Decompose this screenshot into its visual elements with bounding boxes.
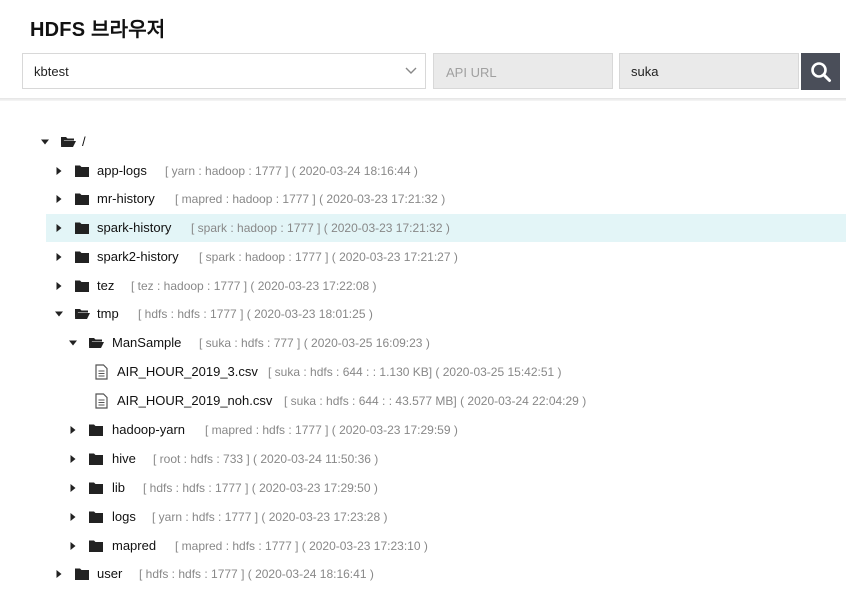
cluster-select[interactable]: kbtest bbox=[22, 53, 426, 89]
tree-row-mr-history[interactable]: mr-history [ mapred : hadoop : 1777 ] ( … bbox=[46, 185, 846, 213]
tree-node-meta: [ hdfs : hdfs : 1777 ] ( 2020-03-23 17:2… bbox=[143, 481, 378, 495]
caret-right-icon[interactable] bbox=[68, 425, 78, 435]
tree-node-name: user bbox=[97, 566, 123, 581]
caret-down-icon[interactable] bbox=[54, 309, 64, 319]
folder-icon bbox=[75, 251, 89, 263]
tree-row-air-hour-2019-noh[interactable]: AIR_HOUR_2019_noh.csv [ suka : hdfs : 64… bbox=[46, 387, 846, 415]
folder-icon bbox=[75, 165, 89, 177]
tree-row-app-logs[interactable]: app-logs [ yarn : hadoop : 1777 ] ( 2020… bbox=[46, 157, 846, 185]
chevron-down-icon bbox=[405, 67, 417, 74]
api-url-input[interactable]: API URL bbox=[433, 53, 613, 89]
tree-node-meta: [ mapred : hdfs : 1777 ] ( 2020-03-23 17… bbox=[205, 423, 458, 437]
tree-row-spark2-history[interactable]: spark2-history [ spark : hadoop : 1777 ]… bbox=[46, 243, 846, 271]
tree-node-name: tmp bbox=[97, 306, 119, 321]
folder-icon bbox=[89, 424, 103, 436]
tree-node-name: hive bbox=[112, 451, 136, 466]
folder-icon bbox=[75, 222, 89, 234]
caret-right-icon[interactable] bbox=[68, 541, 78, 551]
tree-node-meta: [ root : hdfs : 733 ] ( 2020-03-24 11:50… bbox=[153, 452, 379, 466]
tree-row-air-hour-2019-3[interactable]: AIR_HOUR_2019_3.csv [ suka : hdfs : 644 … bbox=[46, 358, 846, 386]
user-input[interactable]: suka bbox=[619, 53, 799, 89]
tree-root-name: / bbox=[82, 134, 86, 149]
tree-node-meta: [ suka : hdfs : 644 : : 43.577 MB] ( 202… bbox=[284, 394, 587, 408]
search-button[interactable] bbox=[801, 53, 840, 90]
tree-node-name: mr-history bbox=[97, 191, 155, 206]
file-text-icon bbox=[95, 393, 108, 409]
caret-down-icon[interactable] bbox=[68, 338, 78, 348]
tree-row-lib[interactable]: lib [ hdfs : hdfs : 1777 ] ( 2020-03-23 … bbox=[46, 474, 846, 502]
caret-right-icon[interactable] bbox=[54, 569, 64, 579]
file-tree: / app-logs [ yarn : hadoop : 1777 ] ( 20… bbox=[0, 108, 846, 596]
tree-node-name: ManSample bbox=[112, 335, 182, 350]
search-icon bbox=[811, 62, 831, 82]
caret-right-icon[interactable] bbox=[54, 281, 64, 291]
tree-node-name: logs bbox=[112, 509, 136, 524]
folder-icon bbox=[89, 482, 103, 494]
caret-down-icon[interactable] bbox=[40, 137, 50, 147]
tree-node-name: AIR_HOUR_2019_noh.csv bbox=[117, 393, 273, 408]
tree-node-name: lib bbox=[112, 480, 126, 495]
tree-row-logs[interactable]: logs [ yarn : hdfs : 1777 ] ( 2020-03-23… bbox=[46, 503, 846, 531]
tree-node-meta: [ spark : hadoop : 1777 ] ( 2020-03-23 1… bbox=[191, 221, 450, 235]
caret-right-icon[interactable] bbox=[54, 194, 64, 204]
tree-node-name: hadoop-yarn bbox=[112, 422, 185, 437]
header-divider bbox=[0, 98, 846, 101]
tree-node-meta: [ mapred : hadoop : 1777 ] ( 2020-03-23 … bbox=[175, 192, 446, 206]
api-url-placeholder: API URL bbox=[446, 65, 497, 80]
tree-node-name: spark2-history bbox=[97, 249, 179, 264]
tree-row-hadoop-yarn[interactable]: hadoop-yarn [ mapred : hdfs : 1777 ] ( 2… bbox=[46, 416, 846, 444]
caret-right-icon[interactable] bbox=[54, 223, 64, 233]
tree-node-meta: [ yarn : hdfs : 1777 ] ( 2020-03-23 17:2… bbox=[152, 510, 388, 524]
tree-node-meta: [ tez : hadoop : 1777 ] ( 2020-03-23 17:… bbox=[131, 279, 377, 293]
toolbar: kbtest API URL suka bbox=[0, 0, 846, 100]
tree-row-mapred[interactable]: mapred [ mapred : hdfs : 1777 ] ( 2020-0… bbox=[46, 532, 846, 560]
tree-node-name: app-logs bbox=[97, 163, 147, 178]
folder-icon bbox=[75, 193, 89, 205]
tree-node-meta: [ suka : hdfs : 777 ] ( 2020-03-25 16:09… bbox=[199, 336, 430, 350]
caret-right-icon[interactable] bbox=[54, 252, 64, 262]
tree-node-name: mapred bbox=[112, 538, 157, 553]
tree-node-meta: [ mapred : hdfs : 1777 ] ( 2020-03-23 17… bbox=[175, 539, 428, 553]
tree-row-user[interactable]: user [ hdfs : hdfs : 1777 ] ( 2020-03-24… bbox=[46, 560, 846, 588]
folder-open-icon bbox=[61, 137, 76, 147]
caret-right-icon[interactable] bbox=[68, 454, 78, 464]
tree-node-meta: [ spark : hadoop : 1777 ] ( 2020-03-23 1… bbox=[199, 250, 458, 264]
tree-node-meta: [ suka : hdfs : 644 : : 1.130 KB] ( 2020… bbox=[268, 365, 562, 379]
tree-root-row[interactable]: / bbox=[41, 128, 846, 156]
cluster-select-value: kbtest bbox=[34, 64, 69, 79]
folder-icon bbox=[89, 453, 103, 465]
tree-node-meta: [ hdfs : hdfs : 1777 ] ( 2020-03-24 18:1… bbox=[139, 567, 374, 581]
tree-node-name: tez bbox=[97, 278, 115, 293]
folder-icon bbox=[89, 511, 103, 523]
tree-row-spark-history[interactable]: spark-history [ spark : hadoop : 1777 ] … bbox=[46, 214, 846, 242]
caret-right-icon[interactable] bbox=[54, 166, 64, 176]
tree-row-mansample[interactable]: ManSample [ suka : hdfs : 777 ] ( 2020-0… bbox=[46, 329, 846, 357]
tree-node-meta: [ hdfs : hdfs : 1777 ] ( 2020-03-23 18:0… bbox=[138, 307, 373, 321]
caret-right-icon[interactable] bbox=[68, 512, 78, 522]
folder-icon bbox=[89, 540, 103, 552]
folder-icon bbox=[75, 280, 89, 292]
folder-icon bbox=[75, 568, 89, 580]
tree-row-tez[interactable]: tez [ tez : hadoop : 1777 ] ( 2020-03-23… bbox=[46, 272, 846, 300]
tree-node-name: AIR_HOUR_2019_3.csv bbox=[117, 364, 258, 379]
tree-node-meta: [ yarn : hadoop : 1777 ] ( 2020-03-24 18… bbox=[165, 164, 418, 178]
user-input-value: suka bbox=[631, 64, 659, 79]
folder-open-icon bbox=[89, 338, 104, 348]
folder-open-icon bbox=[75, 309, 90, 319]
file-text-icon bbox=[95, 364, 108, 380]
caret-right-icon[interactable] bbox=[68, 483, 78, 493]
tree-row-tmp[interactable]: tmp [ hdfs : hdfs : 1777 ] ( 2020-03-23 … bbox=[46, 300, 846, 328]
tree-row-hive[interactable]: hive [ root : hdfs : 733 ] ( 2020-03-24 … bbox=[46, 445, 846, 473]
tree-node-name: spark-history bbox=[97, 220, 172, 235]
